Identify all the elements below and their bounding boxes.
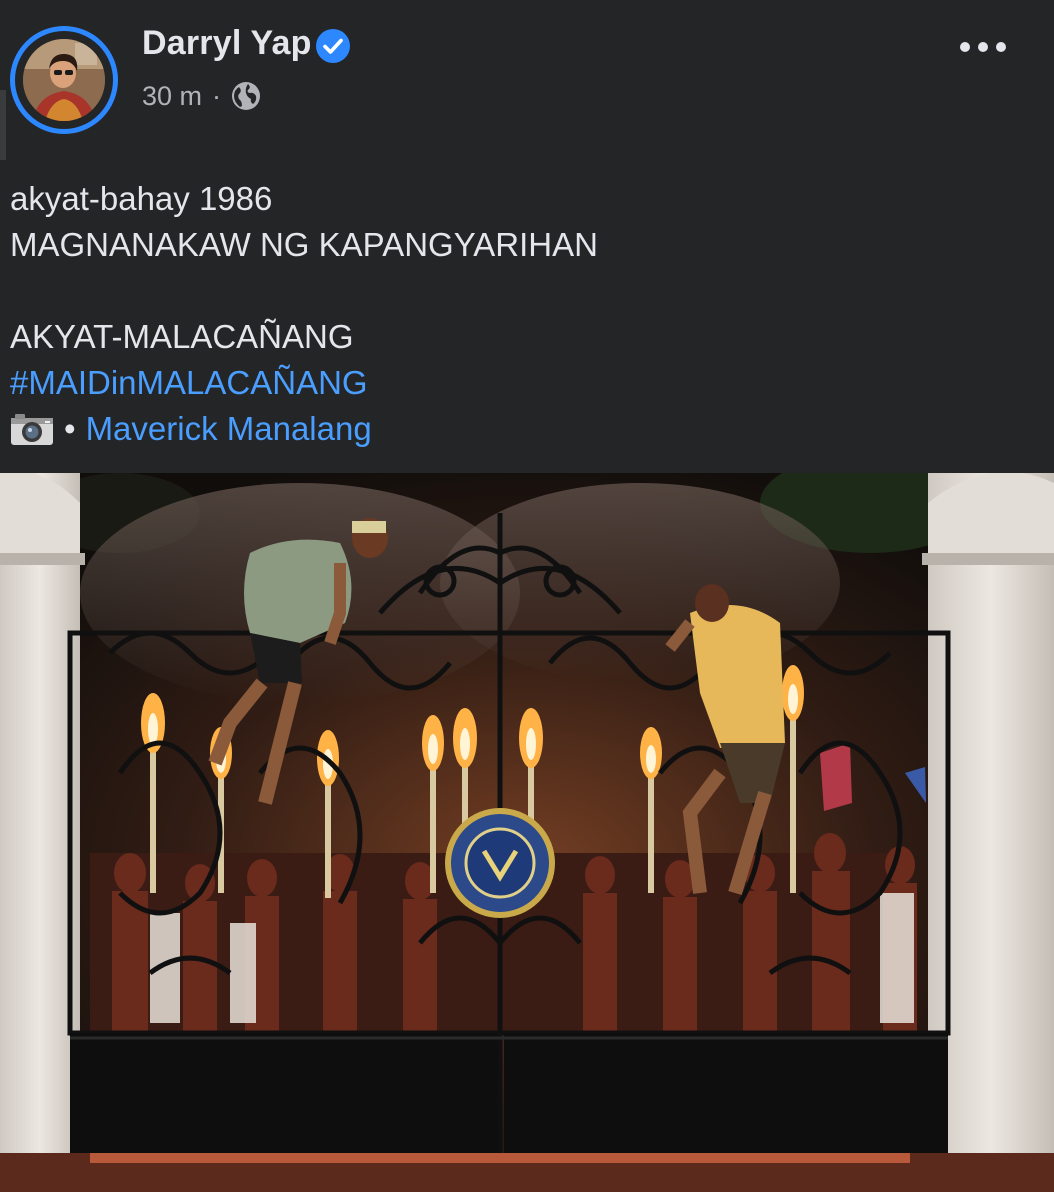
hashtag-link[interactable]: #MAIDinMALACAÑANG — [10, 360, 1040, 406]
post-photo-image — [0, 473, 1054, 1192]
post-meta: 30 m · — [142, 78, 262, 114]
caption-line: AKYAT-MALACAÑANG — [10, 318, 354, 355]
globe-icon[interactable] — [230, 80, 262, 112]
author-avatar[interactable] — [10, 26, 118, 134]
caption-line: akyat-bahay 1986 — [10, 180, 273, 217]
avatar — [23, 39, 105, 121]
photo-credit: • Maverick Manalang — [10, 406, 1040, 452]
post-caption: akyat-bahay 1986 MAGNANAKAW NG KAPANGYAR… — [10, 176, 1040, 452]
caption-line: MAGNANAKAW NG KAPANGYARIHAN — [10, 226, 598, 263]
meta-separator: · — [212, 80, 222, 111]
camera-icon — [11, 414, 53, 445]
photographer-link[interactable]: Maverick Manalang — [86, 410, 372, 447]
post-timestamp[interactable]: 30 m — [142, 81, 202, 112]
credit-bullet: • — [64, 410, 76, 447]
post-header: Darryl Yap 30 m · — [0, 0, 1054, 150]
ellipsis-icon[interactable] — [956, 34, 1010, 60]
verified-badge-icon — [316, 29, 350, 63]
post-photo[interactable] — [0, 473, 1054, 1192]
author-name[interactable]: Darryl Yap — [142, 24, 312, 63]
